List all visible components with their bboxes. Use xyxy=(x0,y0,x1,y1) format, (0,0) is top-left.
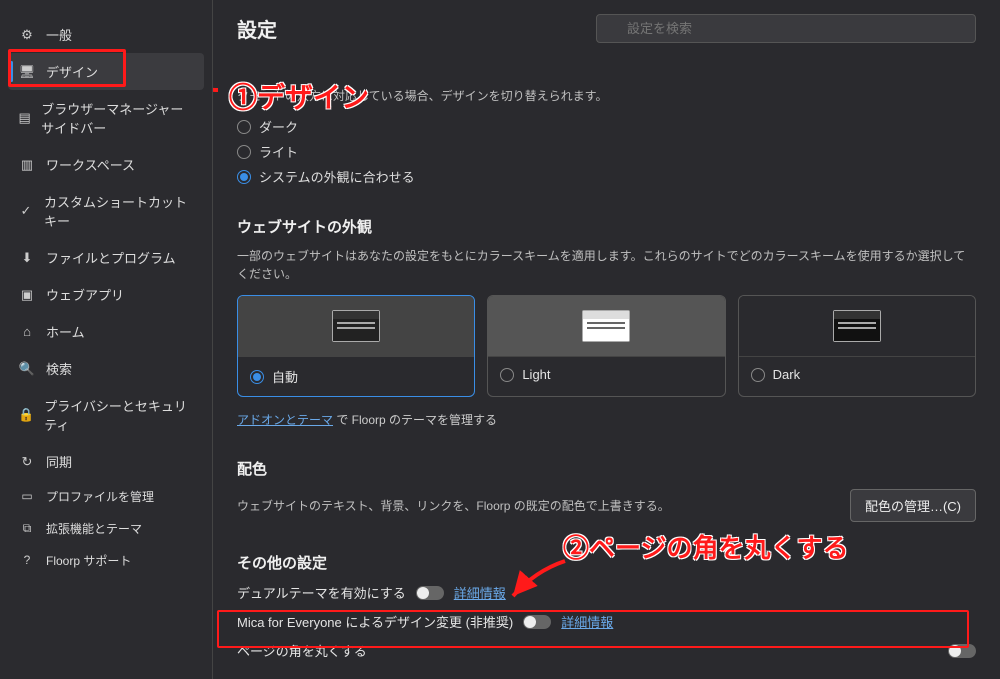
toggle-label: デュアルテーマを有効にする xyxy=(237,583,406,602)
sidebar-item-label: 一般 xyxy=(46,25,72,44)
radio-icon xyxy=(250,370,264,384)
design-icon: 🖥 xyxy=(18,63,36,81)
website-appearance-desc: 一部のウェブサイトはあなたの設定をもとにカラースキームを適用します。これらのサイ… xyxy=(237,247,976,283)
sidebar-item-label: ウェブアプリ xyxy=(46,285,124,304)
sidebar-item-workspace[interactable]: ▥ ワークスペース xyxy=(8,146,204,183)
radio-icon xyxy=(237,170,251,184)
sidebar-item-search[interactable]: 🔍 検索 xyxy=(8,350,204,387)
sidebar-item-label: 検索 xyxy=(46,359,72,378)
radio-icon xyxy=(237,145,251,159)
settings-sidebar: ⚙ 一般 🖥 デザイン ▤ ブラウザーマネージャーサイドバー ▥ ワークスペース… xyxy=(0,0,213,679)
sidebar-item-shortcuts[interactable]: ✓ カスタムショートカットキー xyxy=(8,183,204,239)
scheme-card-group: 自動 Light Dark xyxy=(237,295,976,397)
extension-icon: ⧉ xyxy=(18,519,36,537)
mica-detail-link[interactable]: 詳細情報 xyxy=(561,612,613,631)
page-title: 設定 xyxy=(237,14,277,43)
home-icon: ⌂ xyxy=(18,323,36,341)
toggle-row-dual-theme: デュアルテーマを有効にする 詳細情報 xyxy=(237,583,976,602)
scheme-card-dark[interactable]: Dark xyxy=(738,295,976,397)
theme-desc: クモートの双方に対応している場合、デザインを切り替えられます。 xyxy=(237,87,976,105)
download-icon: ⬇ xyxy=(18,249,36,267)
addon-theme-link[interactable]: アドオンとテーマ xyxy=(237,413,333,427)
addon-suffix-text: で Floorp のテーマを管理する xyxy=(333,413,497,427)
radio-label: ダーク xyxy=(259,117,298,136)
scheme-card-light[interactable]: Light xyxy=(487,295,725,397)
check-icon: ✓ xyxy=(18,202,34,220)
dual-theme-detail-link[interactable]: 詳細情報 xyxy=(454,583,506,602)
toggle-row-round-corner: ページの角を丸くする xyxy=(237,641,976,660)
settings-search-input[interactable] xyxy=(596,14,976,43)
scheme-label: Light xyxy=(522,367,550,382)
radio-option-dark[interactable]: ダーク xyxy=(237,117,976,136)
sidebar-item-design[interactable]: 🖥 デザイン xyxy=(8,53,204,90)
sidebar-item-label: ブラウザーマネージャーサイドバー xyxy=(41,99,194,137)
scheme-label: Dark xyxy=(773,367,800,382)
sidebar-item-label: ファイルとプログラム xyxy=(46,248,176,267)
addon-manage-line: アドオンとテーマ で Floorp のテーマを管理する xyxy=(237,411,976,428)
sidebar-item-label: ワークスペース xyxy=(46,155,135,174)
palette-desc: ウェブサイトのテキスト、背景、リンクを、Floorp の既定の配色で上書きする。 xyxy=(237,497,670,515)
sidebar-item-profiles[interactable]: ▭ プロファイルを管理 xyxy=(8,480,204,512)
sidebar-main-list: ⚙ 一般 🖥 デザイン ▤ ブラウザーマネージャーサイドバー ▥ ワークスペース… xyxy=(8,16,204,480)
annotation-arrow-one xyxy=(213,60,223,100)
settings-main: 設定 クモートの双方に対応している場合、デザインを切り替えられます。 ダーク ラ… xyxy=(213,0,1000,679)
sidebar-item-label: デザイン xyxy=(46,62,98,81)
misc-title: その他の設定 xyxy=(237,552,976,573)
profile-icon: ▭ xyxy=(18,487,36,505)
section-palette: 配色 ウェブサイトのテキスト、背景、リンクを、Floorp の既定の配色で上書き… xyxy=(237,458,976,522)
radio-icon xyxy=(751,368,765,382)
toggle-label: ページの角を丸くする xyxy=(237,641,367,660)
scheme-preview xyxy=(739,296,975,356)
round-corner-toggle[interactable] xyxy=(948,644,976,658)
section-misc: その他の設定 デュアルテーマを有効にする 詳細情報 Mica for Every… xyxy=(237,552,976,660)
radio-label: ライト xyxy=(259,142,298,161)
sidebar-item-label: ホーム xyxy=(46,322,85,341)
scheme-preview xyxy=(238,296,474,356)
sidebar-item-browser-manager[interactable]: ▤ ブラウザーマネージャーサイドバー xyxy=(8,90,204,146)
radio-icon xyxy=(500,368,514,382)
sidebar-item-webapps[interactable]: ▣ ウェブアプリ xyxy=(8,276,204,313)
section-website-appearance: ウェブサイトの外観 一部のウェブサイトはあなたの設定をもとにカラースキームを適用… xyxy=(237,216,976,428)
dual-theme-toggle[interactable] xyxy=(416,586,444,600)
search-wrap xyxy=(596,14,976,43)
section-theme: クモートの双方に対応している場合、デザインを切り替えられます。 ダーク ライト … xyxy=(237,87,976,186)
sync-icon: ↻ xyxy=(18,453,36,471)
sidebar-item-label: 拡張機能とテーマ xyxy=(46,520,142,537)
lock-icon: 🔒 xyxy=(18,406,34,424)
sidebar-item-label: Floorp サポート xyxy=(46,552,131,569)
radio-option-light[interactable]: ライト xyxy=(237,142,976,161)
sidebar-item-sync[interactable]: ↻ 同期 xyxy=(8,443,204,480)
gear-icon: ⚙ xyxy=(18,26,36,44)
toggle-row-mica: Mica for Everyone によるデザイン変更 (非推奨) 詳細情報 xyxy=(237,612,976,631)
mica-toggle[interactable] xyxy=(523,615,551,629)
sidebar-item-label: プライバシーとセキュリティ xyxy=(44,396,194,434)
sidebar-item-files[interactable]: ⬇ ファイルとプログラム xyxy=(8,239,204,276)
help-icon: ? xyxy=(18,551,36,569)
webapp-icon: ▣ xyxy=(18,286,36,304)
panel-icon: ▤ xyxy=(18,109,31,127)
palette-title: 配色 xyxy=(237,458,976,479)
website-appearance-title: ウェブサイトの外観 xyxy=(237,216,976,237)
sidebar-bottom-list: ▭ プロファイルを管理 ⧉ 拡張機能とテーマ ? Floorp サポート xyxy=(8,480,204,679)
workspace-icon: ▥ xyxy=(18,156,36,174)
scheme-label: 自動 xyxy=(272,367,298,386)
radio-option-system[interactable]: システムの外観に合わせる xyxy=(237,167,976,186)
radio-label: システムの外観に合わせる xyxy=(259,167,415,186)
sidebar-item-support[interactable]: ? Floorp サポート xyxy=(8,544,204,576)
header-row: 設定 xyxy=(237,14,976,43)
sidebar-item-label: プロファイルを管理 xyxy=(46,488,154,505)
radio-icon xyxy=(237,120,251,134)
sidebar-item-label: 同期 xyxy=(46,452,72,471)
toggle-label: Mica for Everyone によるデザイン変更 (非推奨) xyxy=(237,612,513,631)
sidebar-item-privacy[interactable]: 🔒 プライバシーとセキュリティ xyxy=(8,387,204,443)
sidebar-item-home[interactable]: ⌂ ホーム xyxy=(8,313,204,350)
scheme-card-auto[interactable]: 自動 xyxy=(237,295,475,397)
sidebar-item-label: カスタムショートカットキー xyxy=(44,192,194,230)
search-icon: 🔍 xyxy=(18,360,36,378)
sidebar-item-general[interactable]: ⚙ 一般 xyxy=(8,16,204,53)
manage-colors-button[interactable]: 配色の管理…(C) xyxy=(850,489,976,522)
scheme-preview xyxy=(488,296,724,356)
sidebar-item-extensions[interactable]: ⧉ 拡張機能とテーマ xyxy=(8,512,204,544)
